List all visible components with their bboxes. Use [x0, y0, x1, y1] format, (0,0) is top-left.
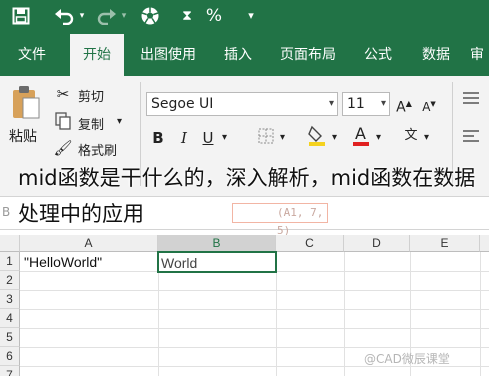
font-size-combo[interactable]: 11 ▾ — [342, 92, 390, 116]
grid-line — [344, 252, 345, 376]
column-header-b[interactable]: B — [158, 235, 276, 252]
phonetic-dropdown-icon[interactable]: ▾ — [424, 132, 429, 143]
undo-dropdown-icon[interactable]: ▾ — [76, 4, 88, 28]
align-top-icon[interactable] — [460, 90, 482, 110]
tab-page-layout[interactable]: 页面布局 — [272, 34, 344, 76]
grid-line — [480, 252, 481, 376]
hourglass-icon[interactable]: ⧗ — [178, 4, 196, 28]
tab-review[interactable]: 审 — [470, 34, 489, 76]
phonetic-icon[interactable]: 文 — [400, 126, 422, 146]
underline-dropdown-icon[interactable]: ▾ — [222, 132, 227, 143]
bold-button[interactable]: B — [150, 128, 166, 148]
row-header-3[interactable]: 3 — [0, 290, 20, 309]
tab-formulas[interactable]: 公式 — [354, 34, 402, 76]
decrease-font-button[interactable]: A▼ — [420, 94, 438, 117]
underline-button[interactable]: U — [200, 128, 216, 148]
cut-button[interactable]: 剪切 — [78, 86, 104, 105]
name-box[interactable]: B — [2, 205, 10, 219]
grid-line — [20, 290, 489, 291]
align-left-icon[interactable] — [460, 128, 482, 148]
column-header-c[interactable]: C — [276, 235, 344, 252]
row-header-5[interactable]: 5 — [0, 328, 20, 347]
increase-font-button[interactable]: A▲ — [396, 94, 412, 118]
article-headline: mid函数是干什么的，深入解析，mid函数在数据处理中的应用 — [18, 166, 476, 226]
cut-icon[interactable]: ✂ — [53, 84, 73, 104]
grid-line — [20, 328, 489, 329]
quick-access-toolbar: ▾ ▾ ⧗ % ▾ — [0, 0, 489, 34]
chevron-down-icon: ▾ — [380, 98, 386, 109]
ribbon-tabs: 文件 开始 出图使用 插入 页面布局 公式 数据 审 — [0, 34, 489, 76]
chevron-down-icon: ▾ — [328, 98, 334, 109]
copy-dropdown-icon[interactable]: ▾ — [117, 116, 122, 127]
paste-button[interactable]: 粘贴 — [9, 126, 37, 146]
grid-line — [20, 309, 489, 310]
tab-file[interactable]: 文件 — [4, 34, 60, 76]
borders-icon[interactable] — [256, 128, 276, 149]
paste-icon[interactable] — [10, 84, 42, 120]
save-icon[interactable] — [10, 4, 32, 28]
grid-line — [20, 347, 489, 348]
row-header-1[interactable]: 1 — [0, 252, 20, 271]
fill-color-icon[interactable] — [306, 124, 328, 151]
fill-color-dropdown-icon[interactable]: ▾ — [332, 132, 337, 143]
copy-button[interactable]: 复制 — [78, 114, 104, 133]
row-header-2[interactable]: 2 — [0, 271, 20, 290]
row-header-7[interactable]: 7 — [0, 366, 20, 376]
font-color-dropdown-icon[interactable]: ▾ — [376, 132, 381, 143]
format-painter-button[interactable]: 格式刷 — [78, 140, 117, 159]
font-size-value: 11 — [347, 96, 365, 112]
watermark: @CAD微辰课堂 — [364, 352, 450, 366]
font-color-icon[interactable]: A — [350, 124, 372, 151]
borders-dropdown-icon[interactable]: ▾ — [280, 132, 285, 143]
copy-icon[interactable] — [53, 112, 73, 135]
redo-dropdown-icon[interactable]: ▾ — [118, 4, 130, 28]
font-name-value: Segoe UI — [151, 96, 214, 112]
tab-chart-use[interactable]: 出图使用 — [132, 34, 204, 76]
select-all-corner[interactable] — [0, 235, 20, 252]
percent-button[interactable]: % — [203, 4, 225, 28]
format-painter-icon[interactable]: 🖌 — [53, 138, 73, 158]
column-header-e[interactable]: E — [410, 235, 480, 252]
column-header-overflow — [480, 235, 489, 252]
cell-a1[interactable]: "HelloWorld" — [24, 252, 158, 272]
row-header-6[interactable]: 6 — [0, 347, 20, 366]
column-header-d[interactable]: D — [344, 235, 410, 252]
cell-b1[interactable]: World — [161, 253, 273, 273]
more-icon[interactable]: ▾ — [244, 4, 258, 28]
italic-button[interactable]: I — [176, 128, 192, 148]
row-header-4[interactable]: 4 — [0, 309, 20, 328]
font-name-combo[interactable]: Segoe UI ▾ — [146, 92, 338, 116]
redo-icon[interactable] — [96, 4, 118, 28]
column-header-a[interactable]: A — [20, 235, 158, 252]
soccer-ball-icon[interactable] — [138, 4, 162, 28]
tab-data[interactable]: 数据 — [412, 34, 460, 76]
tab-insert[interactable]: 插入 — [214, 34, 262, 76]
undo-icon[interactable] — [52, 4, 76, 28]
svg-text:A: A — [355, 124, 366, 143]
tab-home[interactable]: 开始 — [70, 34, 124, 76]
